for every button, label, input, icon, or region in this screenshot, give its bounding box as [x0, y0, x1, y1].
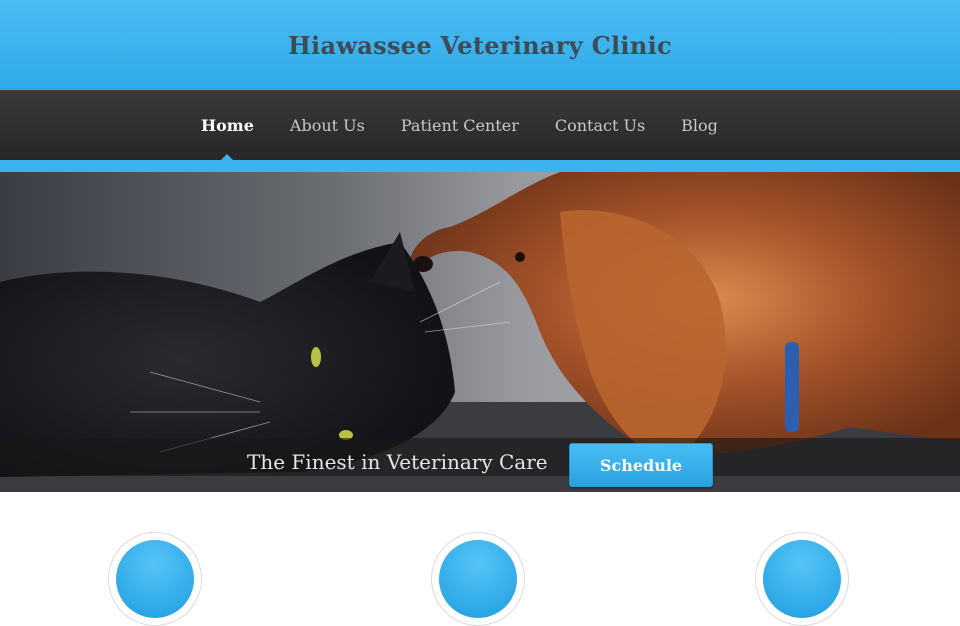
nav-item-home[interactable]: Home — [183, 91, 272, 161]
blue-circle-icon — [763, 540, 841, 618]
hero-banner: The Finest in Veterinary Care Schedule — [0, 172, 960, 492]
feature-circle-1[interactable] — [108, 532, 202, 626]
hero-caption: The Finest in Veterinary Care — [247, 450, 548, 474]
feature-circle-3[interactable] — [755, 532, 849, 626]
accent-strip — [0, 160, 960, 172]
nav-list: Home About Us Patient Center Contact Us … — [183, 91, 736, 161]
site-header: Hiawassee Veterinary Clinic — [0, 0, 960, 90]
nav-item-about-us[interactable]: About Us — [272, 91, 383, 161]
nav-item-contact-us[interactable]: Contact Us — [537, 91, 663, 161]
blue-circle-icon — [439, 540, 517, 618]
feature-circle-2[interactable] — [431, 532, 525, 626]
main-nav: Home About Us Patient Center Contact Us … — [0, 90, 960, 161]
nav-item-blog[interactable]: Blog — [663, 91, 736, 161]
schedule-button[interactable]: Schedule — [569, 443, 713, 487]
site-title[interactable]: Hiawassee Veterinary Clinic — [288, 31, 672, 60]
blue-circle-icon — [116, 540, 194, 618]
nav-item-patient-center[interactable]: Patient Center — [383, 91, 537, 161]
